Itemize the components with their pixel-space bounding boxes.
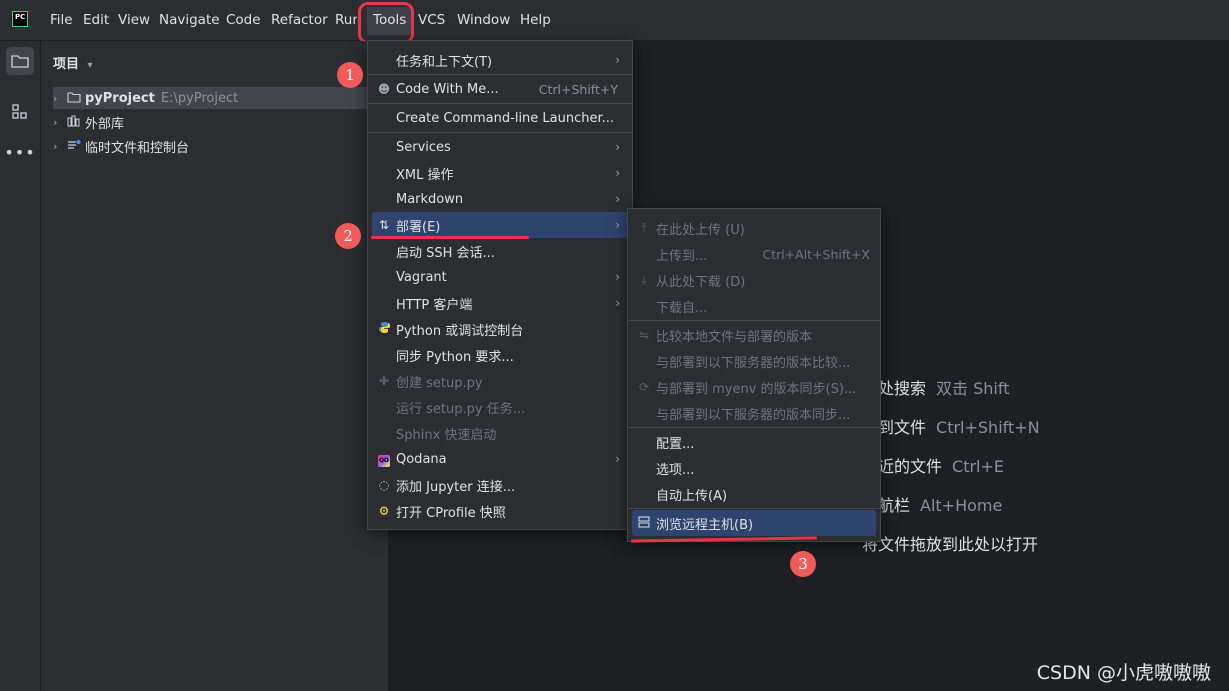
menu-item-sync-myenv[interactable]: ⟳ 与部署到 myenv 的版本同步(S)... — [632, 374, 876, 400]
menu-item-vagrant[interactable]: Vagrant › — [372, 264, 628, 290]
menu-item-ssh-session[interactable]: 启动 SSH 会话... — [372, 238, 628, 264]
qodana-icon: QD — [372, 451, 396, 467]
menu-edit[interactable]: Edit — [83, 12, 109, 28]
menu-item-compare-local[interactable]: ⇋ 比较本地文件与部署的版本 — [632, 322, 876, 348]
menu-item-upload-here[interactable]: ⤒ 在此处上传 (U) — [632, 215, 876, 241]
menu-item-qodana[interactable]: QD Qodana › — [372, 446, 628, 472]
menu-item-jupyter[interactable]: ◌ 添加 Jupyter 连接... — [372, 472, 628, 498]
menu-item-download-here[interactable]: ⤓ 从此处下载 (D) — [632, 267, 876, 293]
menu-item-sync-requirements[interactable]: 同步 Python 要求... — [372, 342, 628, 368]
upload-icon: ⤒ — [641, 220, 647, 235]
server-icon — [632, 516, 656, 531]
scratches-icon — [67, 139, 85, 154]
pycharm-logo: PC — [12, 11, 28, 27]
menu-view[interactable]: View — [118, 12, 150, 28]
chevron-right-icon: › — [615, 296, 620, 310]
menu-item-create-setup[interactable]: ✚ 创建 setup.py — [372, 368, 628, 394]
menu-item-services[interactable]: Services › — [372, 134, 628, 160]
tree-item-label: 外部库 — [85, 116, 125, 132]
menu-navigate[interactable]: Navigate — [159, 12, 220, 28]
menu-item-xml-actions[interactable]: XML 操作 › — [372, 160, 628, 186]
menu-item-sync-with-server[interactable]: 与部署到以下服务器的版本同步... — [632, 400, 876, 426]
tools-menu: 任务和上下文(T) › ☻ Code With Me... Ctrl+Shift+Y … — [367, 40, 633, 530]
user-plus-icon: ☻ — [377, 82, 391, 96]
menu-help[interactable]: Help — [520, 12, 551, 28]
tree-item-label: pyProject — [85, 90, 155, 106]
tree-item-label: 临时文件和控制台 — [85, 140, 190, 156]
folder-icon — [67, 91, 85, 106]
hint-recent-files: 最近的文件 Ctrl+E — [862, 457, 1004, 476]
project-panel-title[interactable]: 项目 ▾ — [53, 53, 93, 72]
watermark: CSDN @小虎嗷嗷嗷 — [1036, 662, 1211, 684]
tree-item-path: E:\pyProject — [160, 90, 239, 106]
chevron-right-icon: › — [615, 452, 620, 466]
menu-item-python-console[interactable]: Python 或调试控制台 — [372, 316, 628, 342]
menu-item-tasks[interactable]: 任务和上下文(T) › — [372, 47, 628, 73]
menu-item-http-client[interactable]: HTTP 客户端 › — [372, 290, 628, 316]
menu-item-configuration[interactable]: 配置... — [632, 429, 876, 455]
chevron-down-icon: ▾ — [87, 60, 93, 71]
chevron-right-icon: › — [615, 140, 620, 154]
annotation-underline-2 — [371, 236, 529, 239]
tree-item-external-libs[interactable]: › 外部库 — [53, 111, 373, 133]
chevron-right-icon: › — [53, 115, 58, 129]
menu-item-auto-upload[interactable]: 自动上传(A) — [632, 481, 876, 507]
chevron-right-icon: › — [615, 53, 620, 67]
sync-icon: ⟳ — [638, 380, 650, 394]
menu-item-cprofile[interactable]: ⚙ 打开 CProfile 快照 — [372, 498, 628, 524]
python-gray-icon: ✚ — [378, 374, 390, 388]
hint-drop-files: 将文件拖放到此处以打开 — [862, 535, 1039, 554]
annotation-badge-2: 2 — [335, 223, 361, 249]
menu-code[interactable]: Code — [226, 12, 261, 28]
menu-item-run-setup-task[interactable]: 运行 setup.py 任务... — [372, 394, 628, 420]
hint-navigation-bar: 导航栏 Alt+Home — [862, 496, 1003, 515]
tree-item-scratches[interactable]: › 临时文件和控制台 — [53, 135, 373, 157]
deployment-submenu: ⤒ 在此处上传 (U) 上传到... Ctrl+Alt+Shift+X ⤓ 从此处下载… — [627, 208, 881, 542]
project-panel: 项目 ▾ › pyProject E:\pyProject › 外部库 › 临时… — [41, 41, 389, 691]
annotation-badge-3: 3 — [790, 551, 816, 577]
menu-item-compare-with-server[interactable]: 与部署到以下服务器的版本比较... — [632, 348, 876, 374]
menu-item-cli-launcher[interactable]: Create Command-line Launcher... — [372, 105, 628, 131]
tree-item-pyproject[interactable]: › pyProject E:\pyProject — [53, 87, 373, 109]
structure-icon[interactable] — [6, 98, 34, 126]
menu-item-code-with-me[interactable]: ☻ Code With Me... Ctrl+Shift+Y — [372, 76, 628, 102]
chevron-right-icon: › — [615, 218, 620, 232]
library-icon — [67, 115, 85, 130]
title-bar: PC File Edit View Navigate Code Refactor… — [0, 0, 1229, 41]
hint-search-everywhere: 随处搜索 双击 Shift — [862, 379, 1010, 398]
jupyter-icon: ◌ — [378, 478, 390, 492]
python-icon — [372, 321, 396, 337]
chevron-right-icon: › — [615, 192, 620, 206]
hint-goto-file: 转到文件 Ctrl+Shift+N — [862, 418, 1040, 437]
chevron-right-icon: › — [53, 91, 58, 105]
folder-icon[interactable] — [6, 47, 34, 75]
download-icon: ⤓ — [641, 272, 647, 287]
menu-item-deployment[interactable]: ⇅ 部署(E) › — [372, 212, 628, 238]
annotation-circle — [358, 2, 414, 44]
menu-item-sphinx[interactable]: Sphinx 快速启动 — [372, 420, 628, 446]
menu-vcs[interactable]: VCS — [418, 12, 445, 28]
menu-item-upload-to[interactable]: 上传到... Ctrl+Alt+Shift+X — [632, 241, 876, 267]
menu-run[interactable]: Run — [335, 12, 357, 28]
compare-icon: ⇋ — [638, 328, 650, 342]
chevron-right-icon: › — [53, 139, 58, 153]
menu-item-download-from[interactable]: 下载自... — [632, 293, 876, 319]
menu-window[interactable]: Window — [457, 12, 510, 28]
more-icon[interactable]: ••• — [4, 138, 34, 166]
menu-file[interactable]: File — [50, 12, 73, 28]
menu-item-options[interactable]: 选项... — [632, 455, 876, 481]
menu-item-markdown[interactable]: Markdown › — [372, 186, 628, 212]
menu-refactor[interactable]: Refactor — [271, 12, 328, 28]
chevron-right-icon: › — [615, 166, 620, 180]
annotation-badge-1: 1 — [337, 62, 363, 88]
profile-icon: ⚙ — [378, 504, 390, 518]
chevron-right-icon: › — [615, 270, 620, 284]
tool-window-strip: ••• — [0, 41, 41, 691]
deploy-arrows-icon: ⇅ — [378, 218, 390, 232]
menu-item-browse-remote-host[interactable]: 浏览远程主机(B) — [632, 510, 876, 536]
